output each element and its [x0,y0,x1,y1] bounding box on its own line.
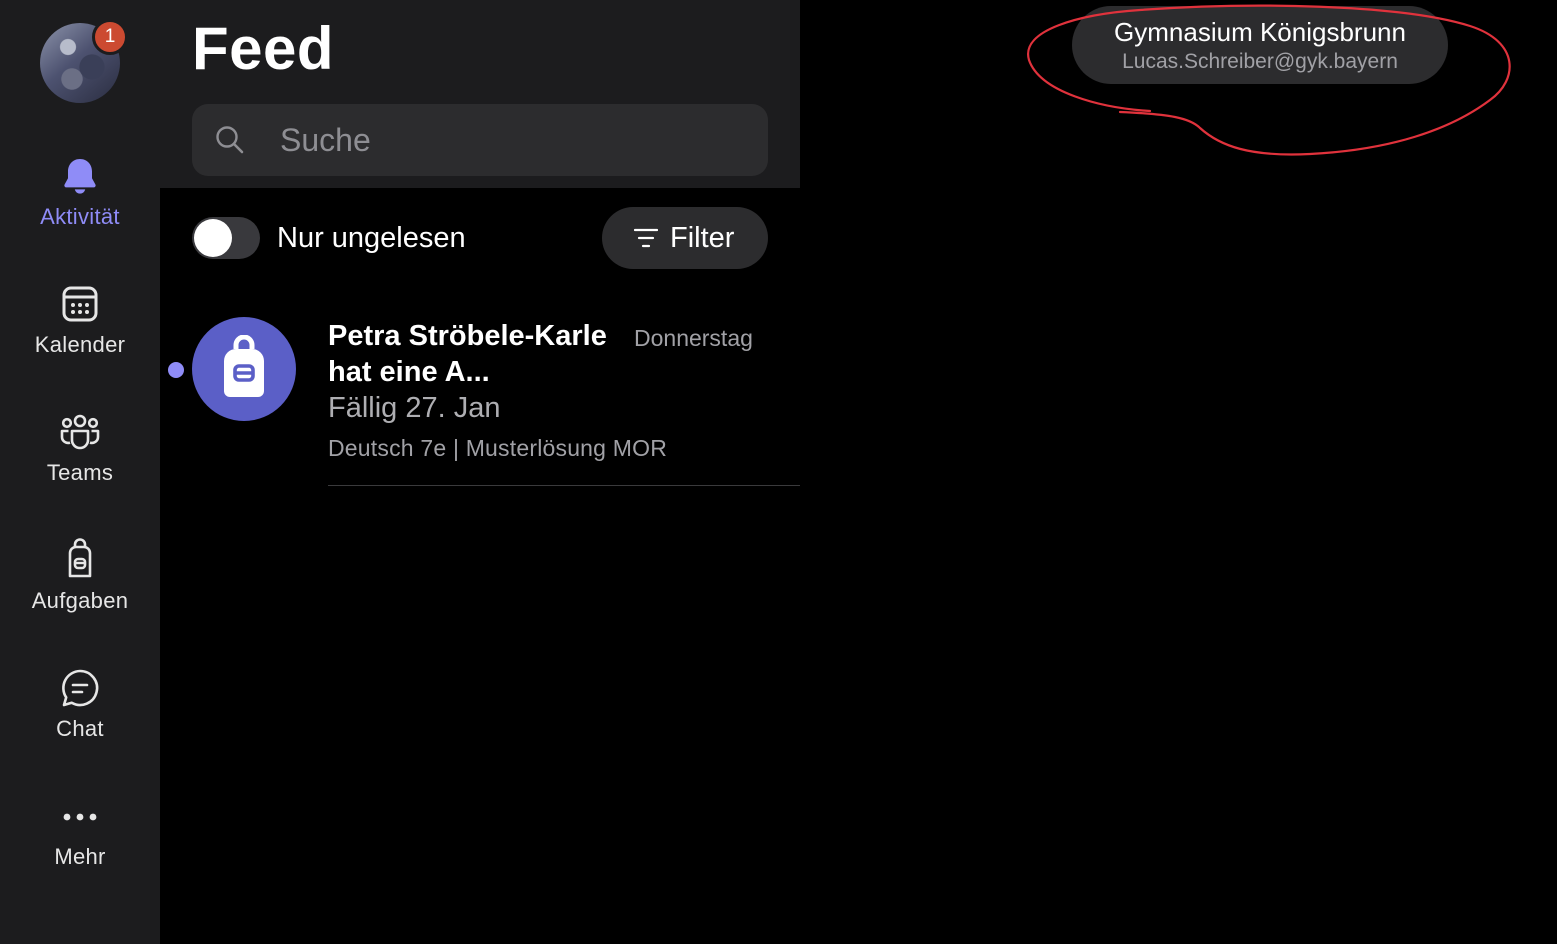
item-context: Deutsch 7e | Musterlösung MOR [328,435,668,461]
item-due-date: Fällig 27. Jan [328,392,501,424]
divider [328,485,800,486]
toggle-knob [194,219,232,257]
nav-item-chat[interactable]: Chat [0,666,160,776]
unread-only-toggle[interactable] [192,217,260,259]
chat-bubble-icon [62,669,99,707]
nav-item-aktivitaet[interactable]: Aktivität [0,154,160,264]
item-timestamp: Donnerstag [634,325,753,351]
backpack-icon [68,538,92,578]
calendar-icon [62,286,98,322]
feed-list-item[interactable]: Petra Ströbele-Karle hat eine A... Donne… [160,300,800,486]
filter-button[interactable]: Filter [602,207,768,269]
filter-icon [634,228,658,248]
nav-item-mehr[interactable]: Mehr [0,794,160,904]
filter-button-label: Filter [670,222,735,254]
search-bar[interactable] [192,104,768,176]
nav-item-teams[interactable]: Teams [0,410,160,520]
profile-avatar-button[interactable]: 1 [40,19,128,103]
notification-badge: 1 [92,19,128,55]
item-title: Petra Ströbele-Karle hat eine A... [328,320,607,388]
nav-label-aufgaben: Aufgaben [31,588,129,613]
teams-icon [60,414,100,450]
unread-indicator [168,362,184,378]
nav-item-kalender[interactable]: Kalender [0,282,160,392]
nav-label-teams: Teams [46,460,114,485]
annotation-circle [1027,4,1511,156]
page-title: Feed [192,15,335,82]
app-rail: 1 Aktivität Kalender Teams Aufgaben Chat… [0,0,160,944]
unread-only-label: Nur ungelesen [277,222,466,254]
more-dots-icon [63,813,97,821]
nav-item-aufgaben[interactable]: Aufgaben [0,538,160,648]
nav-label-mehr: Mehr [54,844,106,869]
bell-icon [64,159,96,194]
assignment-avatar [192,317,296,421]
search-icon [216,126,244,154]
nav-label-chat: Chat [56,716,104,741]
nav-label-kalender: Kalender [34,332,126,357]
nav-label-aktivitaet: Aktivität [40,204,120,229]
search-input[interactable] [280,104,750,176]
feed-header: Feed [160,0,800,188]
backpack-icon [224,335,264,397]
